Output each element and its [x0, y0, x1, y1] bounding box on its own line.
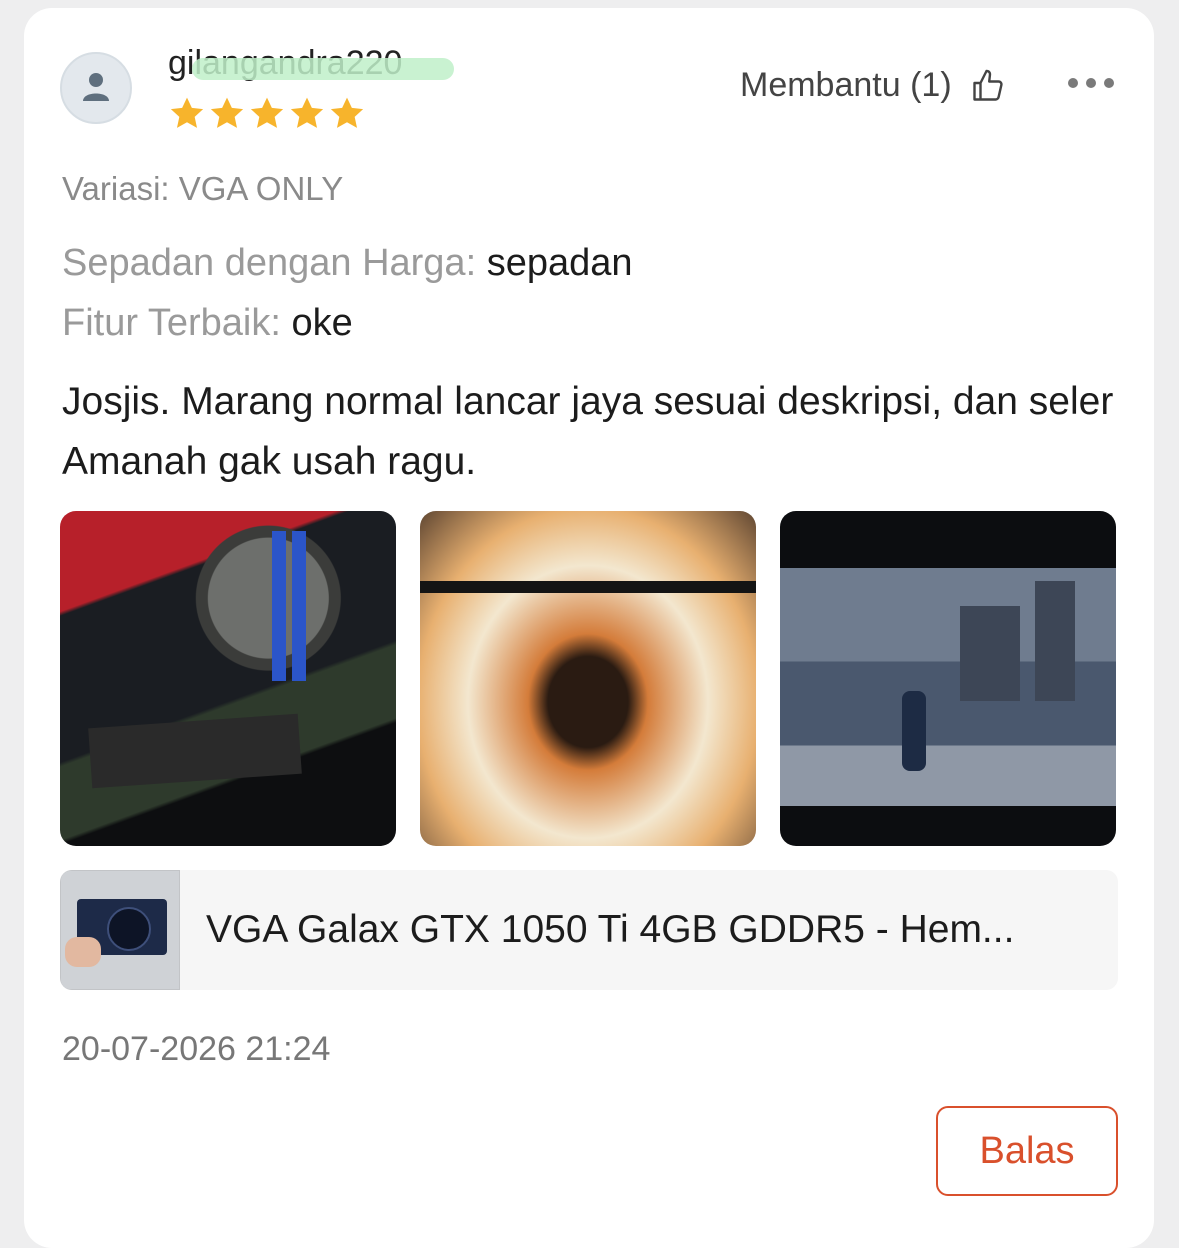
review-photo-2[interactable]: [420, 511, 756, 846]
product-title: VGA Galax GTX 1050 Ti 4GB GDDR5 - Hem...: [206, 908, 1015, 951]
person-icon: [83, 73, 109, 101]
review-date: 20-07-2026 21:24: [62, 1030, 331, 1068]
helpful-button[interactable]: Membantu (1): [740, 66, 1006, 105]
attribute-label: Sepadan dengan Harga:: [62, 242, 487, 284]
review-photo-1[interactable]: [60, 511, 396, 846]
attribute-best-feature: Fitur Terbaik: oke: [62, 302, 353, 345]
username-redaction-mark: [192, 58, 454, 80]
star-rating: [168, 96, 366, 132]
thumbs-up-icon: [972, 69, 1003, 101]
star-icon: [290, 97, 324, 128]
star-icon: [170, 97, 204, 128]
product-thumbnail: [60, 870, 180, 990]
attribute-label: Fitur Terbaik:: [62, 302, 292, 344]
attribute-value: sepadan: [486, 242, 633, 284]
reply-button[interactable]: Balas: [936, 1106, 1118, 1196]
star-icon: [250, 97, 284, 128]
product-link[interactable]: VGA Galax GTX 1050 Ti 4GB GDDR5 - Hem...: [60, 870, 1118, 990]
review-photo-3[interactable]: [780, 511, 1116, 846]
star-icon: [210, 97, 244, 128]
star-icon: [330, 97, 364, 128]
attribute-value-for-money: Sepadan dengan Harga: sepadan: [62, 242, 633, 285]
review-text: Josjis. Marang normal lancar jaya sesuai…: [62, 380, 1114, 483]
more-options-icon[interactable]: [1068, 78, 1114, 88]
user-avatar[interactable]: [60, 52, 132, 124]
helpful-label: Membantu (1): [740, 66, 952, 104]
variant-label: Variasi: VGA ONLY: [62, 170, 344, 207]
attribute-value: oke: [291, 302, 353, 344]
